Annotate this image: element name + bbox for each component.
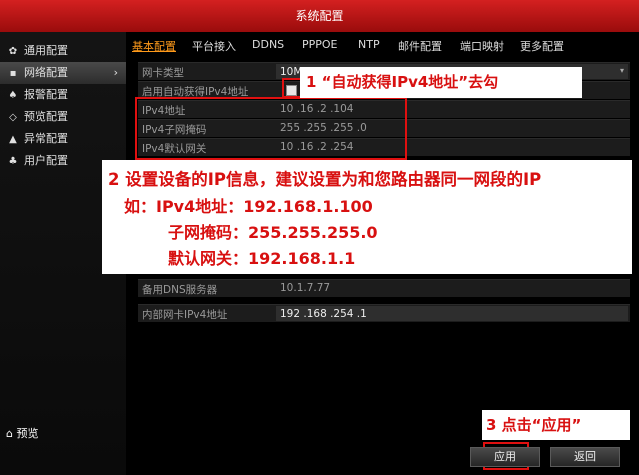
gear-icon: ✿	[8, 46, 18, 57]
sidebar-item-label: 异常配置	[24, 132, 68, 145]
tab-ddns[interactable]: DDNS	[252, 38, 284, 51]
home-icon: ⌂	[6, 427, 13, 440]
internal-nic-value: 192 .168 .254 .1	[280, 308, 367, 320]
nic-type-label: 网卡类型	[142, 67, 184, 79]
internal-nic-field[interactable]: 192 .168 .254 .1	[276, 306, 628, 321]
tab-email[interactable]: 邮件配置	[398, 38, 442, 54]
internal-nic-row: 内部网卡IPv4地址 192 .168 .254 .1	[138, 304, 630, 322]
back-button[interactable]: 返回	[550, 447, 620, 467]
preview-button[interactable]: ⌂ 预览	[6, 425, 38, 441]
sidebar-item-label: 网络配置	[24, 66, 68, 79]
step2-line2: 如：IPv4地址：192.168.1.100	[124, 197, 373, 216]
step1-callout: 1 “自动获得IPv4地址”去勾	[300, 67, 582, 98]
tab-platform[interactable]: 平台接入	[192, 38, 236, 54]
ip-fields-highlight-box	[135, 97, 407, 160]
sidebar-item-preview-config[interactable]: ◇ 预览配置	[0, 106, 126, 128]
tab-basic[interactable]: 基本配置	[132, 38, 176, 54]
tab-ntp[interactable]: NTP	[358, 38, 380, 51]
tab-port-mapping[interactable]: 端口映射	[460, 38, 504, 54]
step2-line3: 子网掩码：255.255.255.0	[168, 223, 378, 242]
sidebar-item-general[interactable]: ✿ 通用配置	[0, 40, 126, 62]
users-icon: ♣	[8, 156, 18, 167]
sidebar-item-network[interactable]: ▪ 网络配置 ›	[0, 62, 126, 84]
sidebar-item-label: 通用配置	[24, 44, 68, 57]
backup-dns-field[interactable]: 10.1.7.77	[280, 282, 330, 294]
dhcp-highlight-box	[282, 78, 302, 98]
backup-dns-label: 备用DNS服务器	[142, 284, 218, 296]
sidebar-item-label: 用户配置	[24, 154, 68, 167]
chevron-down-icon: ▾	[619, 66, 624, 75]
step2-line1: 2 设置设备的IP信息，建议设置为和您路由器同一网段的IP	[108, 170, 542, 189]
tab-more[interactable]: 更多配置	[520, 38, 564, 54]
step2-callout: 2 设置设备的IP信息，建议设置为和您路由器同一网段的IP 如：IPv4地址：1…	[102, 160, 632, 274]
backup-dns-row: 备用DNS服务器 10.1.7.77	[138, 279, 630, 297]
tab-pppoe[interactable]: PPPOE	[302, 38, 338, 51]
sidebar-item-alarm[interactable]: ♠ 报警配置	[0, 84, 126, 106]
apply-button[interactable]: 应用	[470, 447, 540, 467]
sidebar-item-label: 报警配置	[24, 88, 68, 101]
alarm-icon: ♠	[8, 90, 18, 101]
sidebar-item-label: 预览配置	[24, 110, 68, 123]
sidebar-item-exception[interactable]: ▲ 异常配置	[0, 128, 126, 150]
step2-line4: 默认网关：192.168.1.1	[168, 249, 356, 268]
eye-icon: ◇	[9, 112, 17, 123]
chevron-right-icon: ›	[113, 66, 118, 79]
internal-nic-label: 内部网卡IPv4地址	[142, 309, 228, 321]
network-icon: ▪	[9, 68, 17, 79]
warning-icon: ▲	[9, 134, 17, 145]
step3-callout: 3 点击“应用”	[482, 410, 630, 440]
preview-label: 预览	[16, 427, 39, 440]
window-title: 系统配置	[0, 0, 639, 32]
